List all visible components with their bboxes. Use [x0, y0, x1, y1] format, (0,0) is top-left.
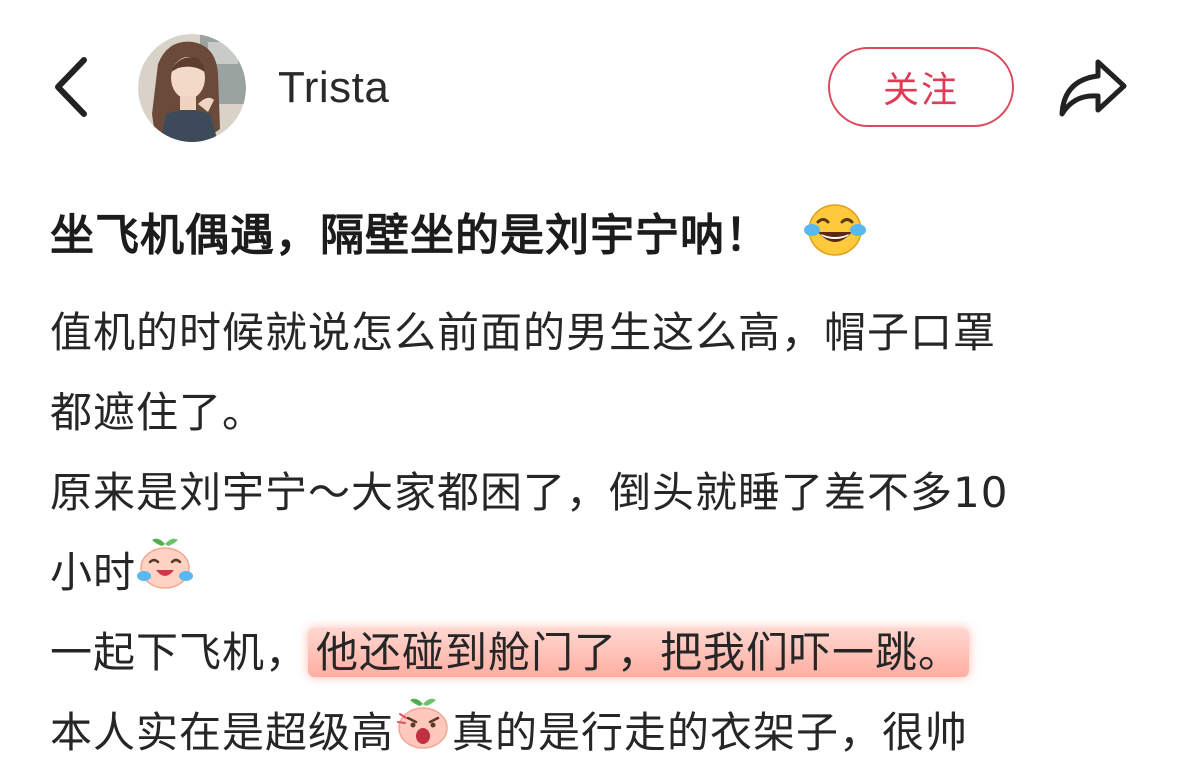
shocked-peach-emoji: [394, 696, 452, 776]
body-line: 都遮住了。: [50, 388, 266, 437]
follow-button[interactable]: 关注: [828, 47, 1014, 127]
body-line: 原来是刘宇宁～大家都困了，倒头就睡了差不多10: [50, 468, 1009, 517]
crying-peach-emoji: [136, 536, 194, 616]
body-text-segment: 真的是行走的衣架子，很帅: [452, 708, 969, 757]
paragraph: 原来是刘宇宁～大家都困了，倒头就睡了差不多10 小时: [50, 453, 1150, 613]
highlighted-text: 他还碰到舱门了，把我们吓一跳。: [308, 628, 970, 677]
body-text-segment: 本人实在是超级高: [50, 708, 395, 757]
avatar[interactable]: [138, 34, 246, 142]
chevron-left-icon: [55, 57, 87, 117]
share-button[interactable]: [1054, 56, 1130, 120]
body-line-with-highlight: 一起下飞机， 他还碰到舱门了，把我们吓一跳。: [50, 613, 1150, 693]
username[interactable]: Trista: [278, 62, 389, 114]
post-header: Trista 关注: [0, 0, 1179, 180]
paragraph: 本人实在是超级高 真的是行走的衣架子，很帅: [50, 693, 1150, 773]
paragraph: 一起下飞机， 他还碰到舱门了，把我们吓一跳。: [50, 613, 1150, 693]
follow-button-label: 关注: [882, 70, 959, 111]
body-line-with-emoji: 小时: [50, 533, 1150, 613]
share-arrow-icon: [1059, 59, 1127, 117]
body-line: 值机的时候就说怎么前面的男生这么高，帽子口罩: [50, 308, 997, 357]
post-body: 值机的时候就说怎么前面的男生这么高，帽子口罩 都遮住了。 原来是刘宇宁～大家都困…: [50, 293, 1150, 773]
avatar-image: [138, 34, 246, 142]
body-line-with-emoji: 本人实在是超级高 真的是行走的衣架子，很帅: [50, 693, 1150, 773]
body-text-segment: 小时: [50, 548, 137, 597]
post-title: 坐飞机偶遇，隔壁坐的是刘宇宁呐！: [50, 210, 770, 261]
post-title-row: 坐飞机偶遇，隔壁坐的是刘宇宁呐！: [50, 200, 867, 276]
tears-of-joy-emoji: [804, 200, 867, 276]
body-text-segment: 一起下飞机，: [50, 628, 309, 677]
paragraph: 值机的时候就说怎么前面的男生这么高，帽子口罩 都遮住了。: [50, 293, 1150, 453]
back-button[interactable]: [44, 52, 104, 122]
